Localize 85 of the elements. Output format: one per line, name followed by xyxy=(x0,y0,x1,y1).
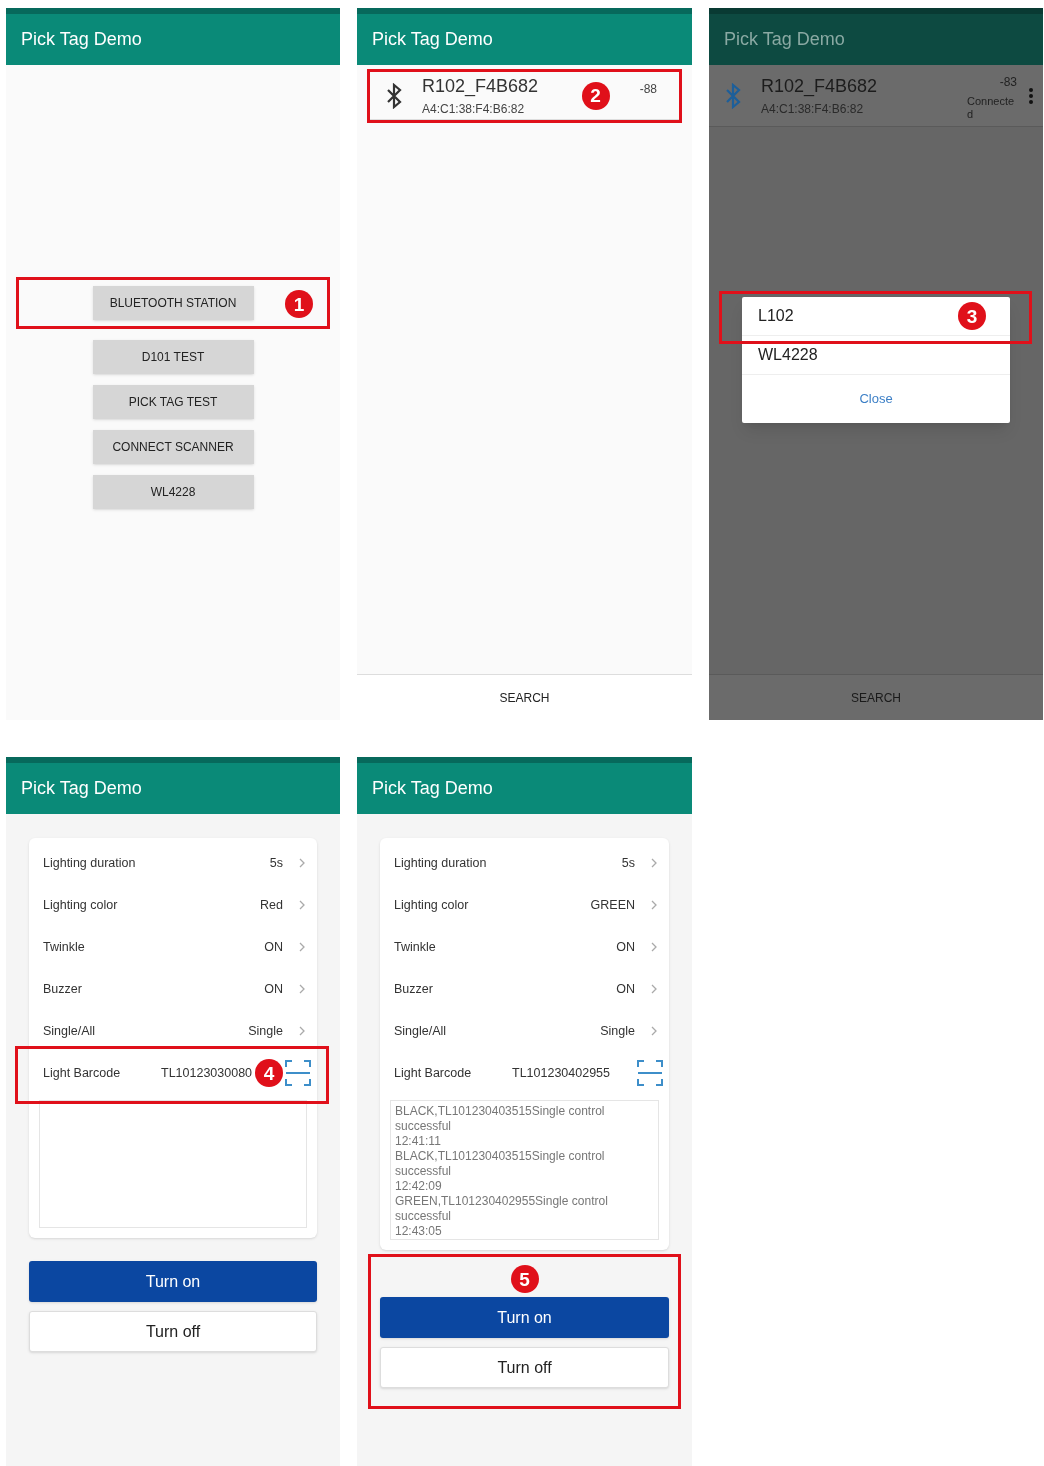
device-row[interactable]: R102_F4B682 A4:C1:38:F4:B6:82 2 -88 xyxy=(370,72,679,120)
setting-row[interactable]: Twinkle ON xyxy=(380,926,669,968)
app-title: Pick Tag Demo xyxy=(21,777,142,800)
chevron-right-icon xyxy=(299,900,305,910)
device-name: R102_F4B682 xyxy=(761,75,879,99)
menu-button[interactable]: CONNECT SCANNER xyxy=(92,430,254,464)
app-title: Pick Tag Demo xyxy=(21,28,142,51)
chevron-right-icon xyxy=(299,858,305,868)
setting-value: Single xyxy=(600,1022,635,1040)
chevron-right-icon xyxy=(651,942,657,952)
log-line: GREEN,TL101230402955Single control successful xyxy=(395,1194,609,1224)
app-title: Pick Tag Demo xyxy=(724,28,845,51)
setting-label: Buzzer xyxy=(394,980,434,998)
menu-button[interactable]: WL4228 xyxy=(92,475,254,509)
close-button[interactable]: Close xyxy=(859,389,893,409)
setting-row[interactable]: Lighting duration 5s xyxy=(29,842,317,884)
setting-label: Light Barcode xyxy=(43,1064,122,1082)
barcode-value: TL10123030080 xyxy=(161,1064,254,1082)
connection-status: Connected xyxy=(967,95,1016,121)
step-number-badge: 5 xyxy=(510,1265,539,1293)
setting-label: Buzzer xyxy=(43,980,83,998)
setting-value: 5s xyxy=(269,854,283,872)
setting-value: ON xyxy=(616,980,635,998)
setting-row[interactable]: Twinkle ON xyxy=(29,926,317,968)
setting-row[interactable]: Lighting color GREEN xyxy=(380,884,669,926)
signal-strength: -83 xyxy=(999,74,1017,91)
turn-on-button[interactable]: Turn on xyxy=(380,1297,669,1338)
log-line: 12:42:09 xyxy=(395,1179,443,1194)
setting-row[interactable]: Lighting duration 5s xyxy=(380,842,669,884)
setting-value: GREEN xyxy=(590,896,635,914)
chevron-right-icon xyxy=(651,900,657,910)
step-number-badge: 1 xyxy=(285,290,313,318)
turn-off-button[interactable]: Turn off xyxy=(29,1311,317,1352)
turn-on-button[interactable]: Turn on xyxy=(29,1261,317,1302)
setting-row[interactable]: Buzzer ON xyxy=(380,968,669,1010)
menu-button[interactable]: BLUETOOTH STATION xyxy=(92,286,254,320)
setting-value: ON xyxy=(616,938,635,956)
scan-icon[interactable] xyxy=(285,1060,311,1086)
more-options-icon[interactable] xyxy=(1029,87,1033,104)
search-button[interactable]: SEARCH xyxy=(499,688,550,707)
setting-value: 5s xyxy=(621,854,635,872)
chevron-right-icon xyxy=(299,1026,305,1036)
setting-label: Twinkle xyxy=(43,938,86,956)
setting-value: Single xyxy=(248,1022,283,1040)
bluetooth-icon xyxy=(725,82,741,109)
setting-row[interactable]: Single/All Single xyxy=(29,1010,317,1052)
setting-value: ON xyxy=(264,980,283,998)
setting-label: Light Barcode xyxy=(394,1064,473,1082)
bluetooth-icon xyxy=(386,82,402,109)
chevron-right-icon xyxy=(651,1026,657,1036)
setting-row[interactable]: Single/All Single xyxy=(380,1010,669,1052)
step-number-badge: 2 xyxy=(581,81,610,110)
log-line: 12:43:05 xyxy=(395,1224,443,1239)
setting-label: Single/All xyxy=(394,1022,448,1040)
log-line: 12:41:11 xyxy=(395,1134,442,1149)
setting-label: Lighting color xyxy=(394,896,470,914)
device-name: R102_F4B682 xyxy=(422,75,540,99)
chevron-right-icon xyxy=(651,858,657,868)
chevron-right-icon xyxy=(651,984,657,994)
setting-label: Lighting duration xyxy=(43,854,137,872)
log-line: BLACK,TL101230403515Single control successful xyxy=(395,1149,606,1179)
setting-label: Single/All xyxy=(43,1022,97,1040)
setting-label: Lighting color xyxy=(43,896,119,914)
scan-icon[interactable] xyxy=(637,1060,663,1086)
step-number-badge: 4 xyxy=(255,1059,283,1087)
chevron-right-icon xyxy=(299,942,305,952)
app-title: Pick Tag Demo xyxy=(372,28,493,51)
signal-strength: -88 xyxy=(639,81,657,98)
app-title: Pick Tag Demo xyxy=(372,777,493,800)
setting-value: Red xyxy=(260,896,283,914)
setting-value: ON xyxy=(264,938,283,956)
setting-label: Lighting duration xyxy=(394,854,488,872)
device-address: A4:C1:38:F4:B6:82 xyxy=(761,101,865,118)
chevron-right-icon xyxy=(299,984,305,994)
log-line: BLACK,TL101230403515Single control successful xyxy=(395,1104,606,1134)
step-number-badge: 3 xyxy=(958,302,986,330)
menu-button[interactable]: PICK TAG TEST xyxy=(92,385,254,419)
setting-row[interactable]: Lighting color Red xyxy=(29,884,317,926)
device-address: A4:C1:38:F4:B6:82 xyxy=(422,101,526,118)
barcode-value: TL101230402955 xyxy=(512,1064,611,1082)
dialog-option[interactable]: WL4228 xyxy=(742,336,1010,375)
setting-label: Twinkle xyxy=(394,938,437,956)
setting-row[interactable]: Buzzer ON xyxy=(29,968,317,1010)
menu-button[interactable]: D101 TEST xyxy=(92,340,254,374)
turn-off-button[interactable]: Turn off xyxy=(380,1347,669,1388)
